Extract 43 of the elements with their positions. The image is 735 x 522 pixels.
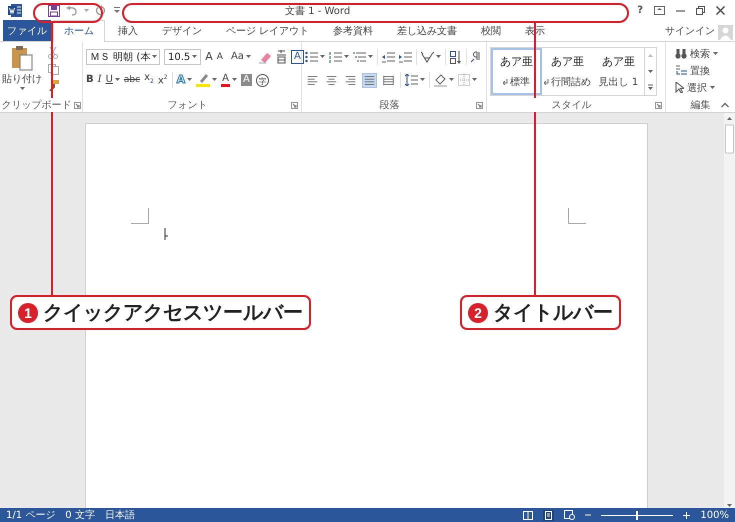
ribbon-tab[interactable]: ページ レイアウト <box>215 20 320 41</box>
number-badge: 1 <box>18 302 38 322</box>
format-button[interactable]: x$^{2}$ <box>158 71 168 89</box>
font-name-dropdown[interactable]: ＭＳ 明朝 (本 <box>86 49 160 65</box>
effects-button[interactable]: A <box>176 73 186 87</box>
shrink-button[interactable]: A <box>216 50 223 64</box>
window-title: 文書 1 - Word <box>284 4 350 18</box>
grow-button[interactable]: A <box>205 50 213 64</box>
italic-button[interactable]: I <box>98 73 102 87</box>
zoom-level[interactable]: 100% <box>700 510 729 520</box>
ribbon-tab[interactable]: ホーム <box>53 20 105 42</box>
number-badge: 2 <box>468 302 488 322</box>
ribbon-tab[interactable]: 参考資料 <box>322 20 384 41</box>
ribbon-tab[interactable]: 表示 <box>514 20 556 41</box>
sign-in-link[interactable]: サインイン <box>665 24 715 38</box>
menu-button[interactable]: Aa <box>230 50 244 64</box>
color-button[interactable]: A <box>221 73 230 87</box>
callout-label: クイックアクセスツールバー <box>43 299 303 326</box>
bold-button[interactable]: B <box>86 73 94 87</box>
file-tab[interactable]: ファイル <box>3 20 51 41</box>
callout-label: タイトルバー <box>493 299 613 326</box>
group-label: クリップボード <box>2 98 72 112</box>
paste-button[interactable]: 貼り付け <box>0 45 44 98</box>
ribbon-tab[interactable]: 校閲 <box>470 20 512 41</box>
ribbon-tab[interactable]: デザイン <box>151 20 213 41</box>
style-gallery-item[interactable]: あア亜 見出し 1 <box>593 48 644 95</box>
page-count[interactable]: 1/1 ページ <box>6 508 56 522</box>
language-indicator[interactable]: 日本語 <box>104 508 135 522</box>
help-button[interactable]: ? <box>637 5 643 16</box>
circled-button[interactable]: 字 <box>256 74 269 86</box>
style-gallery-item[interactable]: あア亜 行間詰め <box>542 48 593 95</box>
ribbon-tab[interactable]: 挿入 <box>107 20 149 41</box>
format-button[interactable]: x$_{2}$ <box>144 71 154 89</box>
boxed-button[interactable]: A <box>290 50 304 64</box>
editing-button[interactable]: 選択 <box>675 80 732 95</box>
ribbon-tab[interactable]: 差し込み文書 <box>386 20 468 41</box>
style-gallery-item[interactable]: あア亜 標準 <box>491 48 542 95</box>
editing-button[interactable]: 置換 <box>675 63 732 78</box>
word-count[interactable]: 0 文字 <box>65 508 95 522</box>
strike-button[interactable]: abc <box>124 73 140 87</box>
font-size-dropdown[interactable]: 10.5 <box>164 49 202 65</box>
editing-button[interactable]: 検索 <box>675 46 732 61</box>
underline-button[interactable]: U <box>106 73 113 87</box>
